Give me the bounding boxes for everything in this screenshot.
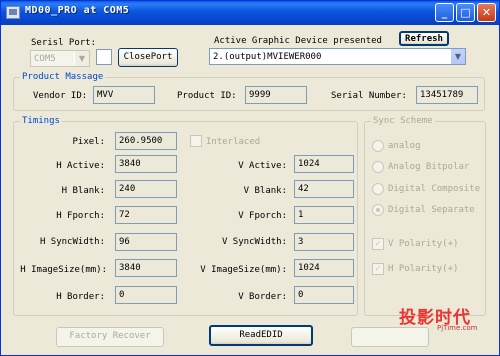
v-fporch-field: 1	[294, 206, 354, 224]
interlaced-label: Interlaced	[206, 137, 261, 147]
h-active-field: 3840	[115, 155, 177, 173]
timings-group-title: Timings	[20, 116, 62, 127]
serial-number-label: Serial Number:	[331, 91, 407, 101]
watermark-url: PjTime.com	[437, 324, 478, 332]
h-imagesize-field: 3840	[115, 259, 177, 277]
graphic-device-select[interactable]: 2.(output)MVIEWER000 ▼	[209, 48, 466, 65]
vendor-id-label: Vendor ID:	[33, 91, 88, 101]
radio-analog-bipolar[interactable]	[372, 161, 384, 173]
v-imagesize-label: V ImageSize(mm):	[200, 265, 287, 275]
chevron-down-icon: ▼	[74, 51, 89, 66]
v-syncwidth-field: 3	[294, 233, 354, 251]
v-blank-field: 42	[294, 180, 354, 198]
h-imagesize-label: H ImageSize(mm):	[20, 265, 107, 275]
pixel-label: Pixel:	[72, 137, 105, 147]
v-border-field: 0	[294, 286, 354, 304]
app-icon	[6, 6, 20, 19]
app-window: MD00_PRO at COM5 _ □ ✕ Serisl Port: COM5…	[0, 0, 500, 356]
maximize-button[interactable]: □	[456, 3, 475, 22]
h-syncwidth-field: 96	[115, 233, 177, 251]
h-fporch-label: H Fporch:	[56, 211, 105, 221]
title-bar[interactable]: MD00_PRO at COM5 _ □ ✕	[1, 1, 499, 25]
sync-scheme-group: Sync Scheme	[364, 116, 486, 316]
serial-port-value: COM5	[34, 54, 56, 64]
v-border-label: V Border:	[238, 292, 287, 302]
port-status-indicator	[96, 49, 112, 65]
digital-separate-label: Digital Separate	[388, 205, 475, 215]
chevron-down-icon: ▼	[450, 49, 465, 64]
close-port-button[interactable]: ClosePort	[118, 48, 178, 67]
interlaced-checkbox[interactable]	[190, 135, 202, 147]
graphic-device-label: Active Graphic Device presented	[214, 36, 382, 46]
h-active-label: H Active:	[56, 161, 105, 171]
product-group-title: Product Massage	[20, 72, 106, 83]
v-syncwidth-label: V SyncWidth:	[221, 237, 287, 247]
h-polarity-label: H Polarity(+)	[388, 264, 459, 274]
h-syncwidth-label: H SyncWidth:	[39, 237, 105, 247]
analog-label: analog	[388, 141, 421, 151]
radio-digital-composite[interactable]	[372, 183, 384, 195]
pixel-field: 260.9500	[115, 132, 177, 150]
read-edid-button[interactable]: ReadEDID	[209, 325, 313, 346]
window-title: MD00_PRO at COM5	[25, 5, 130, 16]
v-fporch-label: V Fporch:	[238, 211, 287, 221]
serial-port-select[interactable]: COM5 ▼	[30, 50, 90, 67]
h-fporch-field: 72	[115, 206, 177, 224]
sync-scheme-group-title: Sync Scheme	[371, 116, 435, 127]
disabled-action-button[interactable]	[351, 327, 429, 347]
factory-recover-button[interactable]: Factory Recover	[56, 327, 164, 347]
close-button[interactable]: ✕	[477, 3, 496, 22]
refresh-button[interactable]: Refresh	[399, 31, 449, 46]
v-active-label: V Active:	[238, 161, 287, 171]
graphic-device-value: 2.(output)MVIEWER000	[213, 52, 322, 62]
analog-bipolar-label: Analog Bitpolar	[388, 162, 470, 172]
radio-digital-separate[interactable]	[372, 204, 384, 216]
v-imagesize-field: 1024	[294, 259, 354, 277]
radio-analog[interactable]	[372, 140, 384, 152]
h-polarity-checkbox[interactable]: ✓	[372, 263, 384, 275]
serial-number-field: 13451789	[416, 86, 478, 104]
h-blank-label: H Blank:	[61, 186, 105, 196]
v-blank-label: V Blank:	[243, 186, 287, 196]
h-border-field: 0	[115, 286, 177, 304]
serial-port-label: Serisl Port:	[31, 38, 97, 48]
v-polarity-checkbox[interactable]: ✓	[372, 238, 384, 250]
vendor-id-field: MVV	[93, 86, 155, 104]
product-id-label: Product ID:	[177, 91, 237, 101]
h-blank-field: 240	[115, 180, 177, 198]
v-active-field: 1024	[294, 155, 354, 173]
digital-composite-label: Digital Composite	[388, 184, 481, 194]
minimize-button[interactable]: _	[435, 3, 454, 22]
product-id-field: 9999	[245, 86, 307, 104]
h-border-label: H Border:	[56, 292, 105, 302]
v-polarity-label: V Polarity(+)	[388, 239, 459, 249]
